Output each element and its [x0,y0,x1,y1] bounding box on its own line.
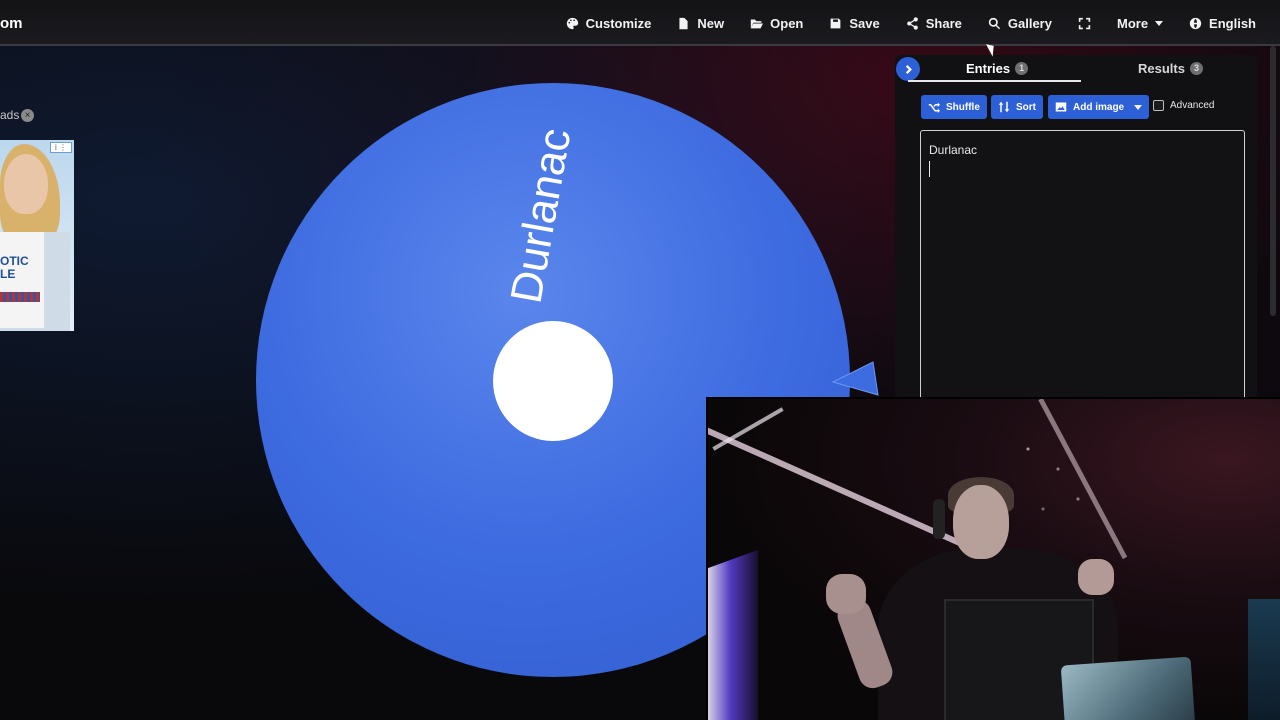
folder-open-icon [750,18,764,28]
ad-info-badge[interactable]: i ⋮ [50,142,72,153]
tab-results[interactable]: Results 3 [1138,61,1203,76]
active-tab-indicator [908,80,1081,82]
tab-results-label: Results [1138,61,1185,76]
gallery-button[interactable]: Gallery [988,16,1052,31]
customize-button[interactable]: Customize [566,15,652,31]
share-button[interactable]: Share [906,16,962,31]
more-menu-button[interactable]: More [1116,15,1164,31]
entries-count-badge: 1 [1015,62,1029,75]
site-brand[interactable]: om [0,15,23,32]
ad-text: OTIC LE [0,254,29,281]
streamer-head [953,485,1009,559]
search-icon [988,17,1000,29]
language-label: English [1209,15,1256,31]
chevron-down-icon [1134,104,1143,110]
entries-textarea[interactable]: Durlanac [920,130,1245,410]
top-navigation-bar: om Customize New Open Save Share Gallery… [0,0,1280,46]
share-icon [906,16,918,30]
shuffle-label: Shuffle [946,101,980,113]
globe-icon [1189,17,1202,29]
wheel-entry-label: Durlanac [502,125,581,307]
add-image-button[interactable]: Add image [1048,95,1150,119]
new-button[interactable]: New [677,16,724,31]
collapse-panel-button[interactable] [896,57,920,81]
nav-menu: Customize New Open Save Share Gallery Mo… [566,0,1256,46]
tab-entries[interactable]: Entries 1 [966,61,1029,76]
chevron-right-icon [905,64,912,74]
page-scrollbar[interactable] [1270,46,1276,316]
sort-button[interactable]: Sort [991,95,1043,119]
share-label: Share [925,15,962,31]
screen: om Customize New Open Save Share Gallery… [0,0,1280,720]
fullscreen-icon [1078,17,1091,29]
palette-icon [566,17,578,29]
streamer-hand-right [1078,559,1114,595]
webcam-overlay [706,397,1280,720]
file-icon [679,17,688,29]
open-button[interactable]: Open [750,16,803,31]
ads-label: ads [0,108,20,122]
image-icon [1055,102,1067,112]
wheel-pointer-icon [831,361,879,396]
save-button[interactable]: Save [829,15,880,31]
wheel-center-button [493,321,613,441]
text-cursor [929,161,930,177]
ad-stripes [0,292,40,302]
language-button[interactable]: English [1189,16,1256,31]
advanced-label: Advanced [1170,100,1215,111]
tab-entries-label: Entries [966,61,1011,76]
pillow [1060,656,1196,720]
new-label: New [697,15,725,31]
customize-label: Customize [585,15,652,31]
open-label: Open [770,15,804,31]
shuffle-icon [928,102,940,113]
results-count-badge: 3 [1189,62,1203,75]
gallery-label: Gallery [1007,15,1052,31]
checkbox-box[interactable] [1153,100,1164,111]
headset-icon [933,499,945,539]
close-ads-icon[interactable]: × [21,109,34,122]
save-label: Save [849,15,880,31]
entry-line: Durlanac [929,143,978,157]
sort-label: Sort [1016,101,1036,113]
add-image-label: Add image [1073,101,1125,113]
chevron-down-icon [1155,20,1164,26]
streamer-hand [826,574,866,614]
advanced-checkbox[interactable]: Advanced [1153,100,1214,111]
floppy-disk-icon [831,18,841,28]
sort-icon [998,101,1010,113]
more-label: More [1116,15,1149,31]
shuffle-button[interactable]: Shuffle [921,95,987,119]
fullscreen-button[interactable] [1078,17,1091,30]
